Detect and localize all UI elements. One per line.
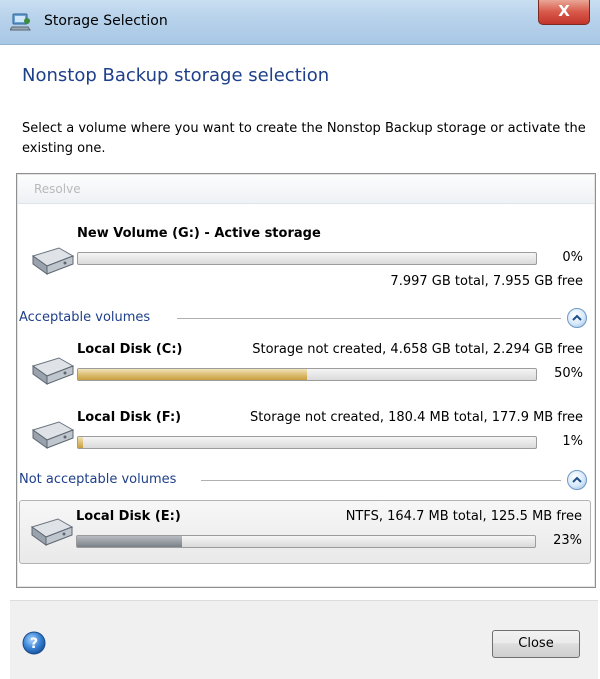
volume-info: NTFS, 164.7 MB total, 125.5 MB free	[345, 509, 582, 524]
hard-drive-icon	[31, 421, 75, 449]
volume-name: New Volume (G:) - Active storage	[77, 226, 321, 241]
instruction-text: Select a volume where you want to create…	[22, 121, 586, 156]
usage-bar-fill	[78, 369, 307, 380]
usage-bar	[76, 535, 536, 548]
section-divider	[201, 480, 561, 481]
usage-percent: 50%	[554, 366, 583, 381]
volume-name: Local Disk (E:)	[76, 509, 181, 524]
usage-bar-fill	[78, 437, 83, 448]
volume-info: Storage not created, 180.4 MB total, 177…	[249, 410, 583, 425]
hard-drive-icon	[31, 357, 75, 385]
chevron-up-icon	[572, 314, 582, 321]
svg-text:?: ?	[30, 636, 38, 652]
usage-bar	[77, 252, 537, 265]
resolve-button[interactable]: Resolve	[34, 182, 81, 196]
volume-name: Local Disk (C:)	[77, 342, 183, 357]
section-label: Acceptable volumes	[19, 310, 157, 325]
dialog-body: Nonstop Backup storage selection Select …	[10, 45, 598, 679]
close-button[interactable]: Close	[492, 630, 580, 658]
section-label: Not acceptable volumes	[19, 472, 183, 487]
title-bar: Storage Selection X	[0, 0, 600, 45]
usage-bar	[77, 436, 537, 449]
window-close-button[interactable]: X	[538, 0, 590, 25]
volume-name: Local Disk (F:)	[77, 410, 182, 425]
chevron-up-icon	[572, 476, 582, 483]
page-title: Nonstop Backup storage selection	[22, 65, 330, 86]
usage-percent: 0%	[562, 250, 583, 265]
volume-info: 7.997 GB total, 7.955 GB free	[390, 274, 583, 289]
usage-percent: 1%	[562, 434, 583, 449]
usage-percent: 23%	[553, 533, 582, 548]
usage-bar-fill	[77, 536, 183, 547]
volume-info: Storage not created, 4.658 GB total, 2.2…	[252, 342, 583, 357]
section-not-acceptable-volumes: Not acceptable volumes	[17, 470, 595, 490]
usage-bar	[77, 368, 537, 381]
help-icon[interactable]: ?	[22, 631, 46, 655]
dialog-footer: ? Close	[10, 601, 598, 679]
window-title: Storage Selection	[44, 13, 168, 29]
collapse-not-acceptable-button[interactable]	[567, 470, 587, 490]
section-acceptable-volumes: Acceptable volumes	[17, 308, 595, 328]
section-divider	[177, 318, 561, 319]
hard-drive-icon	[30, 518, 74, 546]
volume-row-e[interactable]: Local Disk (E:) NTFS, 164.7 MB total, 12…	[19, 500, 591, 564]
backup-app-icon	[10, 13, 31, 31]
hard-drive-icon	[31, 247, 75, 275]
volume-list-panel: Resolve New Volume (G:) - Active storage…	[16, 173, 596, 588]
collapse-acceptable-button[interactable]	[567, 308, 587, 328]
panel-toolbar: Resolve	[18, 175, 594, 204]
